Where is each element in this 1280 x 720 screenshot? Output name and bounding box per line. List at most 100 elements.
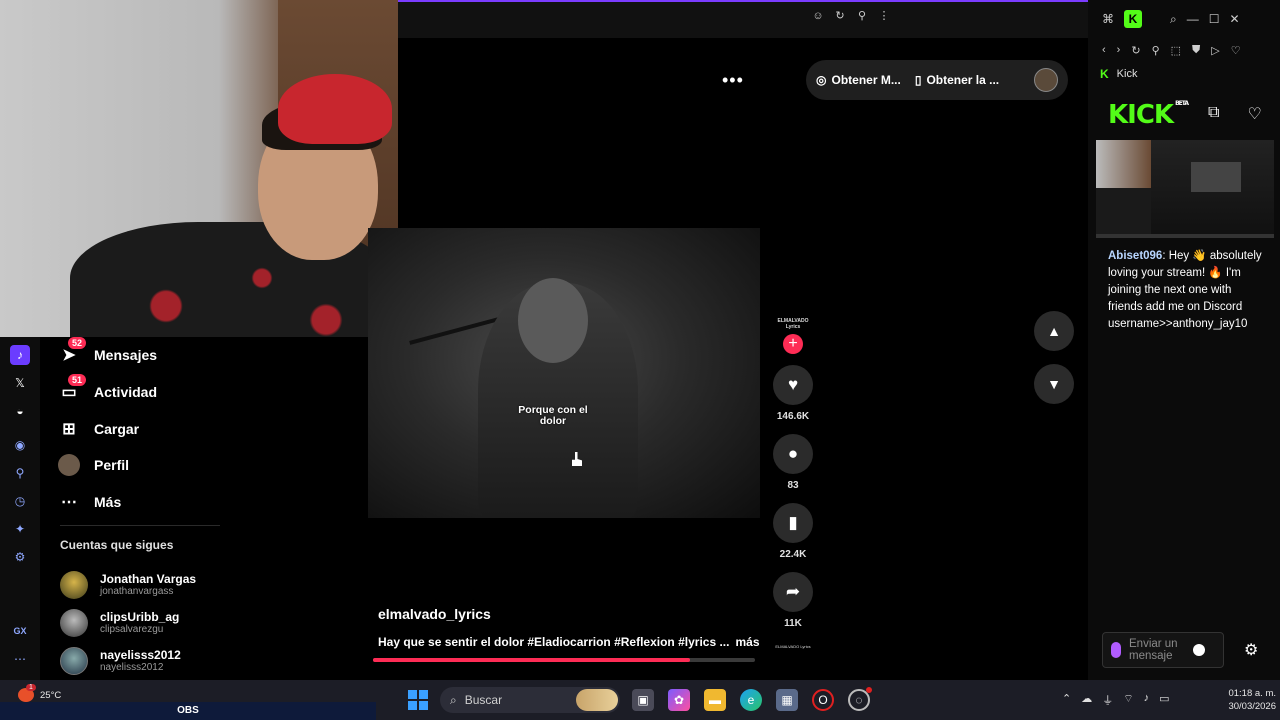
tiktok-icon[interactable]: ♪ <box>10 345 30 365</box>
chat-username[interactable]: Abiset096 <box>1108 250 1162 262</box>
video-username[interactable]: elmalvado_lyrics <box>378 606 491 622</box>
screenshot-icon[interactable]: ⬚ <box>1171 44 1181 57</box>
nav-item-profile[interactable]: Perfil <box>56 447 256 484</box>
save-count: 22.4K <box>779 549 807 560</box>
nav-item-messages[interactable]: ➤ 52 Mensajes <box>56 337 256 374</box>
following-handle: nayelisss2012 <box>100 662 164 673</box>
player-icon[interactable]: ◉ <box>10 435 30 455</box>
follow-heart-icon[interactable]: ♡ <box>1247 104 1261 124</box>
task-view-icon[interactable]: ▣ <box>632 689 654 711</box>
preview-webcam <box>1096 140 1151 188</box>
shield-icon[interactable]: ⛊ <box>1192 44 1200 57</box>
clock[interactable]: 01:18 a. m. 30/03/2026 <box>1210 687 1276 713</box>
music-disc[interactable]: ELMALVADO Lyrics <box>774 644 812 658</box>
following-item[interactable]: nayelisss2012 nayelisss2012 <box>60 642 280 680</box>
follow-plus-icon[interactable]: + <box>783 334 803 354</box>
nav-item-more[interactable]: ⋯ Más <box>56 484 256 521</box>
extensions-icon[interactable]: ✦ <box>10 519 30 539</box>
plus-square-icon: ⊞ <box>62 420 76 438</box>
like-button[interactable]: ♥ <box>773 365 813 405</box>
save-button[interactable]: ▮ <box>773 503 813 543</box>
battery-icon[interactable]: ▭ <box>1159 692 1169 708</box>
nav-item-activity[interactable]: ▭ 51 Actividad <box>56 374 256 411</box>
avatar <box>60 609 88 637</box>
kick-stream-preview[interactable] <box>1096 140 1274 238</box>
edge-icon[interactable]: e <box>740 689 762 711</box>
get-coins-button[interactable]: ◎ Obtener M... <box>816 73 901 87</box>
opera-gx-icon[interactable]: O <box>812 689 834 711</box>
cloud-icon[interactable]: ☁ <box>1081 692 1092 708</box>
webcam-overlay <box>0 0 398 337</box>
theater-mode-icon[interactable]: ⧉ <box>1208 104 1219 124</box>
minimize-icon[interactable]: — <box>1187 12 1199 26</box>
following-item[interactable]: clipsUribb_ag clipsalvarezgu <box>60 604 280 642</box>
comment-button[interactable]: ● <box>773 434 813 474</box>
chevron-up-icon[interactable]: ⌃ <box>1062 692 1071 708</box>
play-icon[interactable]: ▷ <box>1211 44 1219 57</box>
windows-start-icon[interactable] <box>408 690 428 710</box>
like-count: 146.6K <box>776 411 810 422</box>
emoji-icon[interactable]: ☺ <box>812 10 824 22</box>
previous-video-button[interactable]: ▲ <box>1034 311 1074 351</box>
more-link[interactable]: más <box>735 635 759 649</box>
nav-item-label: Perfil <box>94 457 130 474</box>
taskbar-search[interactable]: ⌕ Buscar <box>440 687 620 713</box>
kick-beta-badge: BETA <box>1175 100 1189 107</box>
nav-item-label: Cargar <box>94 420 140 437</box>
following-handle: jonathanvargass <box>100 586 174 597</box>
wifi-icon[interactable]: ⌔ <box>1123 692 1133 708</box>
file-explorer-icon[interactable]: ▬ <box>704 689 726 711</box>
nav-item-label: Actividad <box>94 384 158 401</box>
x-icon[interactable]: 𝕏 <box>10 373 30 393</box>
kick-logo[interactable]: KICK BETA <box>1108 100 1189 130</box>
more-icon: ⋯ <box>61 494 77 512</box>
copilot-icon[interactable]: ✿ <box>668 689 690 711</box>
weather-widget[interactable]: 1 25°C <box>18 684 61 702</box>
obs-icon[interactable]: ◌ <box>848 687 872 711</box>
share-button[interactable]: ➦ <box>773 572 813 612</box>
user-avatar[interactable] <box>1034 68 1058 92</box>
emoji-icon[interactable] <box>1193 644 1205 656</box>
kick-tab[interactable]: K Kick <box>1100 67 1137 81</box>
video-progress-bar[interactable] <box>373 658 755 662</box>
back-icon[interactable]: ‹ <box>1102 44 1106 56</box>
discord-icon[interactable]: ◒ <box>10 401 30 421</box>
sidebar-more-icon[interactable]: ⋯ <box>10 649 30 669</box>
mic-icon[interactable]: ⏚ <box>1102 692 1113 708</box>
nav-item-upload[interactable]: ⊞ Cargar <box>56 410 256 447</box>
pin-icon[interactable]: ⚲ <box>856 10 868 22</box>
history-icon[interactable]: ◷ <box>10 491 30 511</box>
maximize-icon[interactable]: ☐ <box>1209 12 1220 26</box>
volume-icon[interactable]: ♪ <box>1144 692 1150 708</box>
pin-icon[interactable]: ⚲ <box>1152 44 1160 57</box>
gamepad-icon[interactable]: ⌘ <box>1102 12 1114 26</box>
chat-input[interactable]: Enviar un mensaje <box>1102 632 1224 668</box>
messages-badge: 52 <box>68 337 87 350</box>
activity-badge: 51 <box>68 374 87 387</box>
inbox-icon: ▭ 51 <box>56 374 87 403</box>
gx-label[interactable]: GX <box>10 621 30 641</box>
pin-sidebar-icon[interactable]: ⚲ <box>10 463 30 483</box>
next-video-button[interactable]: ▼ <box>1034 364 1074 404</box>
chat-settings-icon[interactable]: ⚙ <box>1244 640 1258 660</box>
forward-icon[interactable]: › <box>1117 44 1121 56</box>
chat-message: Abiset096: Hey 👋 absolutely loving your … <box>1108 248 1268 333</box>
video-player[interactable]: Porque con el dolor <box>368 228 760 518</box>
refresh-icon[interactable]: ↻ <box>1131 44 1140 57</box>
creator-avatar[interactable]: ELMALVADO Lyrics <box>774 318 812 334</box>
get-app-button[interactable]: ▯ Obtener la ... <box>915 73 999 87</box>
search-icon[interactable]: ⌕ <box>1170 12 1177 27</box>
weather-badge: 1 <box>26 684 36 691</box>
heart-outline-icon[interactable]: ♡ <box>1231 44 1241 57</box>
settings-icon[interactable]: ⚙ <box>10 547 30 567</box>
menu-dots-icon[interactable]: ⋮ <box>878 10 890 22</box>
send-icon: ➤ 52 <box>56 337 87 366</box>
video-more-options-icon[interactable]: ••• <box>722 70 744 91</box>
reload-icon[interactable]: ↻ <box>834 10 846 22</box>
avatar <box>60 571 88 599</box>
store-icon[interactable]: ▦ <box>776 689 798 711</box>
kick-app-icon[interactable]: K <box>1124 10 1142 28</box>
close-icon[interactable]: ✕ <box>1230 12 1240 26</box>
following-item[interactable]: Jonathan Vargas jonathanvargass <box>60 566 280 604</box>
chevron-down-icon: ▼ <box>1047 376 1061 392</box>
